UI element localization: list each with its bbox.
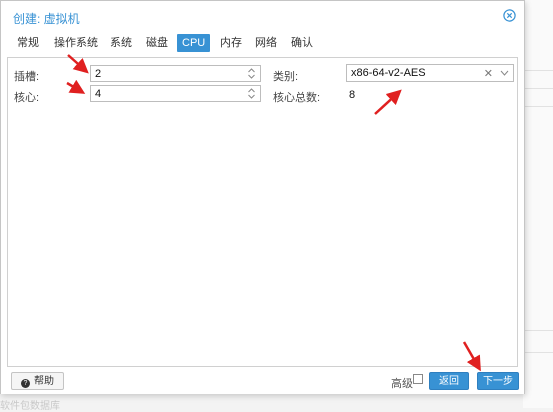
cores-label: 核心: (14, 92, 40, 104)
dialog-titlebar: 创建: 虚拟机 (1, 1, 524, 31)
background-divider (523, 70, 553, 71)
sockets-input[interactable] (91, 66, 245, 81)
chevron-down-icon[interactable] (500, 69, 509, 77)
help-label: 帮助 (34, 376, 54, 387)
cpu-type-value: x86-64-v2-AES (351, 67, 426, 79)
total-cores-label: 核心总数: (273, 92, 321, 104)
tab-cpu[interactable]: CPU (177, 34, 211, 52)
background-divider (523, 88, 553, 89)
total-cores-value: 8 (349, 89, 356, 101)
cores-input[interactable] (91, 86, 245, 101)
tab-network[interactable]: 网络 (250, 34, 282, 52)
cpu-type-select[interactable]: x86-64-v2-AES ✕ (346, 64, 514, 82)
question-icon: ? (21, 379, 30, 388)
background-page (523, 0, 553, 408)
tab-general[interactable]: 常规 (12, 34, 44, 52)
cores-spinner[interactable] (90, 85, 261, 102)
dialog-footer: ? 帮助 高级 返回 下一步 (1, 367, 524, 394)
spinner-arrows-icon[interactable] (247, 67, 256, 80)
dialog-title: 创建: 虚拟机 (13, 12, 80, 26)
tab-system[interactable]: 系统 (105, 34, 137, 52)
sockets-spinner[interactable] (90, 65, 261, 82)
background-divider (523, 330, 553, 331)
tab-os[interactable]: 操作系统 (49, 34, 103, 52)
advanced-checkbox[interactable] (413, 374, 423, 384)
sockets-label: 插槽: (14, 71, 40, 83)
tab-memory[interactable]: 内存 (215, 34, 247, 52)
cpu-type-label: 类别: (273, 71, 299, 83)
create-vm-dialog: 创建: 虚拟机 常规 操作系统 系统 磁盘 CPU 内存 网络 确认 插槽: 核… (0, 0, 525, 394)
close-circle-icon[interactable] (503, 9, 516, 22)
spinner-arrows-icon[interactable] (247, 87, 256, 100)
cpu-panel: 插槽: 核心: 类别: x86-64-v2-AES ✕ 核心总数: 8 (7, 57, 518, 367)
clear-icon[interactable]: ✕ (484, 67, 493, 80)
background-divider (523, 352, 553, 353)
help-button[interactable]: ? 帮助 (11, 372, 64, 390)
advanced-label: 高级 (391, 378, 413, 390)
back-button[interactable]: 返回 (429, 372, 469, 390)
background-divider (523, 106, 553, 107)
tab-disks[interactable]: 磁盘 (141, 34, 173, 52)
next-button[interactable]: 下一步 (477, 372, 519, 390)
background-text: 软件包数据库 (0, 401, 60, 412)
tab-confirm[interactable]: 确认 (286, 34, 318, 52)
